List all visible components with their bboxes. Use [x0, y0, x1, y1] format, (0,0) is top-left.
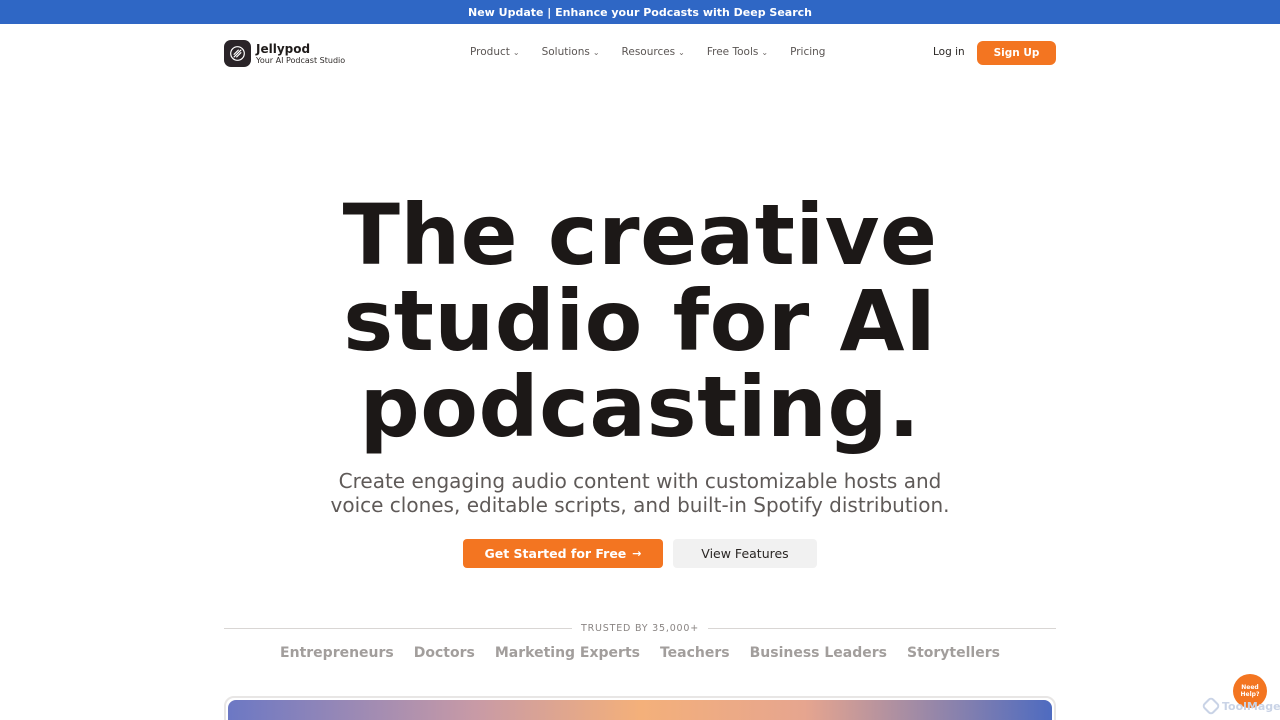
brand[interactable]: Jellypod Your AI Podcast Studio: [224, 40, 345, 67]
help-label-line: Help?: [1240, 691, 1260, 698]
chevron-down-icon: ⌄: [512, 47, 520, 57]
audience-item: Entrepreneurs: [280, 645, 394, 661]
hero-title-line: podcasting.: [359, 358, 921, 456]
nav-item-label: Free Tools: [706, 46, 759, 58]
trusted-divider: TRUSTED BY 35,000+: [224, 621, 1057, 635]
hero-title: The creative studio for AI podcasting.: [240, 192, 1040, 450]
announcement-banner[interactable]: New Update | Enhance your Podcasts with …: [0, 0, 1280, 24]
chevron-down-icon: ⌄: [678, 47, 685, 57]
help-label: Need Help?: [1241, 684, 1260, 698]
watermark-text: ToolMage: [1222, 699, 1280, 713]
audience-item: Marketing Experts: [494, 645, 640, 661]
nav-item-label: Resources: [621, 46, 676, 58]
jellypod-logo-icon: [224, 40, 251, 67]
trusted-label: TRUSTED BY 35,000+: [581, 622, 699, 634]
divider-line: [224, 627, 573, 629]
get-started-label: Get Started for Free: [484, 546, 627, 561]
chevron-down-icon: ⌄: [761, 47, 769, 57]
view-features-button[interactable]: View Features: [673, 539, 817, 568]
audience-item: Doctors: [413, 645, 475, 661]
audience-item: Business Leaders: [749, 645, 887, 661]
navbar: Jellypod Your AI Podcast Studio Product …: [0, 24, 1280, 82]
hero-subtitle-line: Create engaging audio content with custo…: [338, 469, 942, 493]
audience-list: Entrepreneurs Doctors Marketing Experts …: [224, 645, 1056, 661]
watermark: ToolMage: [1201, 696, 1280, 716]
login-link[interactable]: Log in: [933, 46, 965, 58]
product-preview: [224, 696, 1056, 720]
divider-line: [707, 627, 1057, 629]
main-nav: Product ⌄ Solutions ⌄ Resources ⌄ Free T…: [470, 46, 847, 58]
audience-item: Storytellers: [907, 645, 1000, 661]
nav-item-product[interactable]: Product ⌄: [470, 46, 520, 58]
toolmage-logo-icon: [1201, 696, 1221, 716]
brand-name: Jellypod: [256, 41, 311, 56]
get-started-button[interactable]: Get Started for Free →: [463, 539, 663, 568]
preview-gradient-image: [228, 700, 1052, 720]
nav-item-pricing[interactable]: Pricing: [790, 46, 825, 58]
audience-item: Teachers: [659, 645, 730, 661]
announcement-text[interactable]: New Update | Enhance your Podcasts with …: [468, 6, 812, 19]
signup-button[interactable]: Sign Up: [977, 41, 1056, 65]
nav-item-solutions[interactable]: Solutions ⌄: [542, 46, 600, 58]
nav-item-label: Solutions: [541, 46, 590, 58]
arrow-right-icon: →: [632, 547, 642, 560]
brand-tagline: Your AI Podcast Studio: [256, 55, 346, 65]
hero-title-line: studio for AI: [343, 272, 937, 370]
hero-subtitle-line: voice clones, editable scripts, and buil…: [330, 493, 950, 517]
nav-item-free-tools[interactable]: Free Tools ⌄: [707, 46, 768, 58]
chevron-down-icon: ⌄: [592, 47, 600, 57]
nav-item-resources[interactable]: Resources ⌄: [622, 46, 685, 58]
help-label-line: Need: [1241, 684, 1259, 691]
nav-item-label: Pricing: [790, 46, 826, 58]
hero-subtitle: Create engaging audio content with custo…: [290, 469, 990, 517]
nav-item-label: Product: [470, 46, 510, 58]
hero-title-line: The creative: [342, 186, 938, 284]
